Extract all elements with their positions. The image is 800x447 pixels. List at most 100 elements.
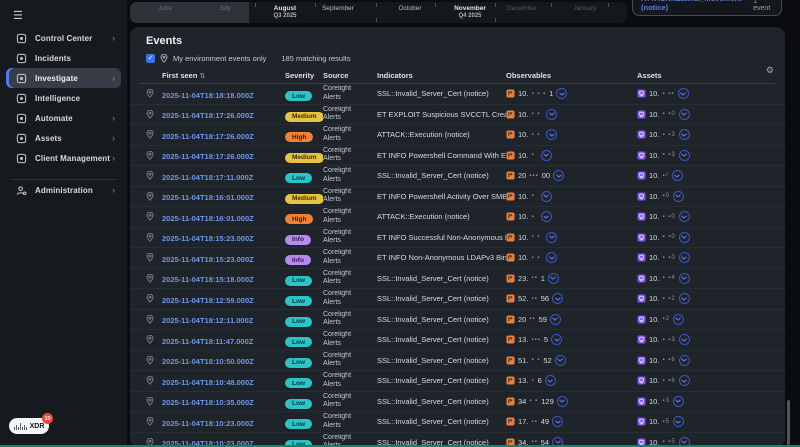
expand-observables-button[interactable] (552, 416, 564, 428)
expand-observables-button[interactable] (552, 293, 564, 305)
event-first-seen-link[interactable]: 2025-11-04T18:15:18.000Z (162, 275, 254, 284)
expand-assets-button[interactable] (672, 313, 684, 325)
sidebar-item[interactable]: Client Management › (6, 148, 121, 168)
expand-assets-button[interactable] (678, 354, 690, 366)
expand-assets-button[interactable] (678, 252, 690, 264)
event-first-seen-link[interactable]: 2025-11-04T18:11:47.000Z (162, 337, 253, 346)
event-first-seen-link[interactable]: 2025-11-04T18:17:11.000Z (162, 173, 253, 182)
table-row[interactable]: 2025-11-04T18:10:50.000Z Low Corelight A… (130, 351, 785, 371)
chevron-down-icon (552, 317, 559, 321)
table-row[interactable]: 2025-11-04T18:10:35.000Z Low Corelight A… (130, 392, 785, 412)
event-first-seen-link[interactable]: 2025-11-04T18:12:59.000Z (162, 296, 254, 305)
sidebar-item-administration[interactable]: Administration › (6, 180, 121, 200)
sort-icon[interactable]: ⇅ (200, 73, 206, 80)
table-row[interactable]: 2025-11-04T18:18:18.000Z Low Corelight A… (130, 84, 785, 105)
expand-assets-button[interactable] (672, 190, 684, 202)
expand-assets-button[interactable] (678, 334, 690, 346)
event-first-seen-link[interactable]: 2025-11-04T18:12:11.000Z (162, 316, 253, 325)
expand-observables-button[interactable] (540, 211, 552, 223)
event-first-seen-link[interactable]: 2025-11-04T18:15:23.000Z (162, 255, 254, 264)
table-row[interactable]: 2025-11-04T18:15:23.000Z Info Corelight … (130, 248, 785, 269)
expand-assets-button[interactable] (678, 272, 690, 284)
sidebar-item[interactable]: Investigate › (6, 68, 121, 88)
table-row[interactable]: 2025-11-04T18:17:26.000Z Medium Coreligh… (130, 146, 785, 166)
event-first-seen-link[interactable]: 2025-11-04T18:17:26.000Z (162, 152, 254, 161)
table-row[interactable]: 2025-11-04T18:16:01.000Z Medium Coreligh… (130, 187, 785, 207)
event-source: Corelight Alerts (323, 413, 352, 429)
expand-observables-button[interactable] (554, 354, 566, 366)
table-settings-gear-icon[interactable]: ⚙ (766, 66, 774, 75)
table-row[interactable]: 2025-11-04T18:17:11.000Z Low Corelight A… (130, 166, 785, 187)
xdr-app-button[interactable]: XDR 10 (9, 413, 53, 434)
expand-assets-button[interactable] (678, 129, 690, 141)
table-row[interactable]: 2025-11-04T18:12:59.000Z Low Corelight A… (130, 289, 785, 310)
table-row[interactable]: 2025-11-04T18:12:11.000Z Low Corelight A… (130, 310, 785, 330)
event-observables: 10. ▪ ▪ (506, 252, 637, 264)
table-row[interactable]: 2025-11-04T18:15:23.000Z Info Corelight … (130, 228, 785, 248)
event-first-seen-link[interactable]: 2025-11-04T18:18:18.000Z (162, 91, 254, 100)
event-first-seen-link[interactable]: 2025-11-04T18:10:50.000Z (162, 357, 254, 366)
table-row[interactable]: 2025-11-04T18:17:26.000Z High Corelight … (130, 125, 785, 146)
filter-label[interactable]: My environment events only (173, 54, 266, 63)
event-indicator: SSL::Invalid_Server_Cert (notice) (377, 396, 489, 406)
event-first-seen-link[interactable]: 2025-11-04T18:17:26.000Z (162, 111, 254, 120)
expand-assets-button[interactable] (672, 395, 684, 407)
event-observables: 10. ▪ (506, 190, 637, 202)
expand-observables-button[interactable] (546, 231, 558, 243)
my-environment-checkbox[interactable]: ✓ (146, 54, 155, 63)
table-row[interactable]: 2025-11-04T18:16:01.000Z High Corelight … (130, 207, 785, 228)
table-row[interactable]: 2025-11-04T18:10:23.000Z Low Corelight A… (130, 412, 785, 433)
menu-toggle-button[interactable]: ☰ (13, 9, 23, 22)
expand-assets-button[interactable] (678, 211, 690, 223)
expand-observables-button[interactable] (551, 334, 562, 346)
asset-icon (637, 274, 646, 283)
tooltip-event-link[interactable]: ATTACK::Lateral_Movement (notice) (641, 0, 753, 12)
expand-observables-button[interactable] (544, 375, 556, 387)
expand-observables-button[interactable] (546, 129, 558, 141)
table-row[interactable]: 2025-11-04T18:17:26.000Z Medium Coreligh… (130, 105, 785, 125)
expand-assets-button[interactable] (678, 293, 690, 305)
event-first-seen-link[interactable]: 2025-11-04T18:16:01.000Z (162, 214, 254, 223)
event-first-seen-link[interactable]: 2025-11-04T18:17:26.000Z (162, 132, 254, 141)
expand-observables-button[interactable] (549, 313, 561, 325)
vertical-scrollbar[interactable] (787, 400, 790, 445)
expand-observables-button[interactable] (540, 149, 552, 161)
expand-assets-button[interactable] (672, 416, 684, 428)
sidebar-item[interactable]: Incidents (6, 48, 121, 68)
sidebar-item[interactable]: Intelligence (6, 88, 121, 108)
table-row[interactable]: 2025-11-04T18:11:47.000Z Low Corelight A… (130, 330, 785, 351)
column-first-seen[interactable]: First seen ⇅ (162, 71, 285, 80)
expand-assets-button[interactable] (678, 231, 690, 243)
expand-observables-button[interactable] (540, 190, 552, 202)
sidebar-item[interactable]: Assets › (6, 128, 121, 148)
expand-assets-button[interactable] (671, 170, 683, 182)
expand-observables-button[interactable] (547, 272, 559, 284)
chevron-right-icon: › (112, 133, 115, 143)
table-row[interactable]: 2025-11-04T18:15:18.000Z Low Corelight A… (130, 269, 785, 289)
event-first-seen-link[interactable]: 2025-11-04T18:10:23.000Z (162, 419, 254, 428)
observable-icon (506, 130, 515, 139)
expand-assets-button[interactable] (678, 108, 690, 120)
expand-observables-button[interactable] (556, 395, 568, 407)
expand-observables-button[interactable] (546, 252, 558, 264)
expand-assets-button[interactable] (678, 375, 690, 387)
event-first-seen-link[interactable]: 2025-11-04T18:15:23.000Z (162, 234, 254, 243)
event-first-seen-link[interactable]: 2025-11-04T18:10:35.000Z (162, 398, 254, 407)
timeline-tick (435, 3, 436, 7)
chevron-down-icon (548, 133, 555, 137)
sidebar-item[interactable]: Automate › (6, 108, 121, 128)
expand-observables-button[interactable] (546, 108, 558, 120)
sidebar-item[interactable]: Control Center › (6, 28, 121, 48)
severity-badge: High (285, 132, 314, 143)
table-row[interactable]: 2025-11-04T18:10:48.000Z Low Corelight A… (130, 371, 785, 392)
expand-observables-button[interactable] (553, 170, 565, 182)
event-first-seen-link[interactable]: 2025-11-04T18:10:48.000Z (162, 378, 254, 387)
expand-assets-button[interactable] (678, 149, 690, 161)
event-first-seen-link[interactable]: 2025-11-04T18:16:01.000Z (162, 193, 254, 202)
sighting-pin-icon (146, 396, 154, 406)
timeline-tick (376, 18, 377, 22)
expand-assets-button[interactable] (677, 88, 689, 100)
table-header: First seen ⇅ Severity Source Indicators … (130, 69, 785, 82)
expand-observables-button[interactable] (556, 88, 568, 100)
asset-icon (637, 397, 646, 406)
